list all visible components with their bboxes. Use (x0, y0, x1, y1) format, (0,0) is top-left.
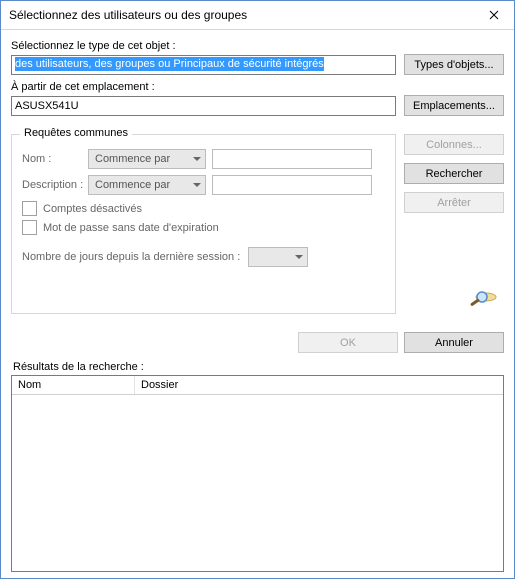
close-button[interactable] (474, 1, 514, 29)
dropdown-value: Commence par (95, 179, 170, 191)
cancel-button[interactable]: Annuler (404, 332, 504, 353)
titlebar: Sélectionnez des utilisateurs ou des gro… (1, 1, 514, 30)
object-type-selection: des utilisateurs, des groupes ou Princip… (15, 57, 324, 71)
object-type-label: Sélectionnez le type de cet objet : (11, 40, 504, 52)
chevron-down-icon (193, 157, 201, 161)
checkbox-label: Comptes désactivés (43, 203, 142, 215)
column-header-name[interactable]: Nom (12, 376, 135, 394)
grid-body (12, 395, 503, 571)
no-expire-checkbox[interactable]: Mot de passe sans date d'expiration (22, 220, 385, 235)
column-header-folder[interactable]: Dossier (135, 376, 503, 394)
locations-button[interactable]: Emplacements... (404, 95, 504, 116)
dropdown-value: Commence par (95, 153, 170, 165)
stop-button: Arrêter (404, 192, 504, 213)
results-label: Résultats de la recherche : (11, 361, 504, 373)
object-types-button[interactable]: Types d'objets... (404, 54, 504, 75)
magnifier-icon (468, 289, 500, 314)
name-input[interactable] (212, 149, 372, 169)
window-title: Sélectionnez des utilisateurs ou des gro… (1, 8, 474, 22)
content-area: Sélectionnez le type de cet objet : des … (1, 30, 514, 578)
grid-header: Nom Dossier (12, 376, 503, 395)
object-type-field[interactable]: des utilisateurs, des groupes ou Princip… (11, 55, 396, 75)
description-label: Description : (22, 179, 88, 191)
name-match-dropdown[interactable]: Commence par (88, 149, 206, 169)
name-label: Nom : (22, 153, 88, 165)
search-button[interactable]: Rechercher (404, 163, 504, 184)
location-label: À partir de cet emplacement : (11, 81, 504, 93)
fieldset-legend: Requêtes communes (20, 127, 132, 139)
common-queries-fieldset: Requêtes communes Nom : Commence par Des… (11, 134, 396, 314)
dialog-buttons: OK Annuler (11, 332, 504, 353)
description-match-dropdown[interactable]: Commence par (88, 175, 206, 195)
columns-button: Colonnes... (404, 134, 504, 155)
dialog-window: Sélectionnez des utilisateurs ou des gro… (0, 0, 515, 579)
ok-button: OK (298, 332, 398, 353)
days-dropdown[interactable] (248, 247, 308, 267)
location-field[interactable] (11, 96, 396, 116)
checkbox-box (22, 220, 37, 235)
close-icon (489, 10, 499, 20)
description-input[interactable] (212, 175, 372, 195)
chevron-down-icon (295, 255, 303, 259)
checkbox-label: Mot de passe sans date d'expiration (43, 222, 219, 234)
side-buttons: Colonnes... Rechercher Arrêter (404, 134, 504, 314)
disabled-accounts-checkbox[interactable]: Comptes désactivés (22, 201, 385, 216)
results-grid[interactable]: Nom Dossier (11, 375, 504, 572)
days-label: Nombre de jours depuis la dernière sessi… (22, 251, 240, 263)
queries-area: Requêtes communes Nom : Commence par Des… (11, 122, 504, 314)
checkbox-box (22, 201, 37, 216)
chevron-down-icon (193, 183, 201, 187)
